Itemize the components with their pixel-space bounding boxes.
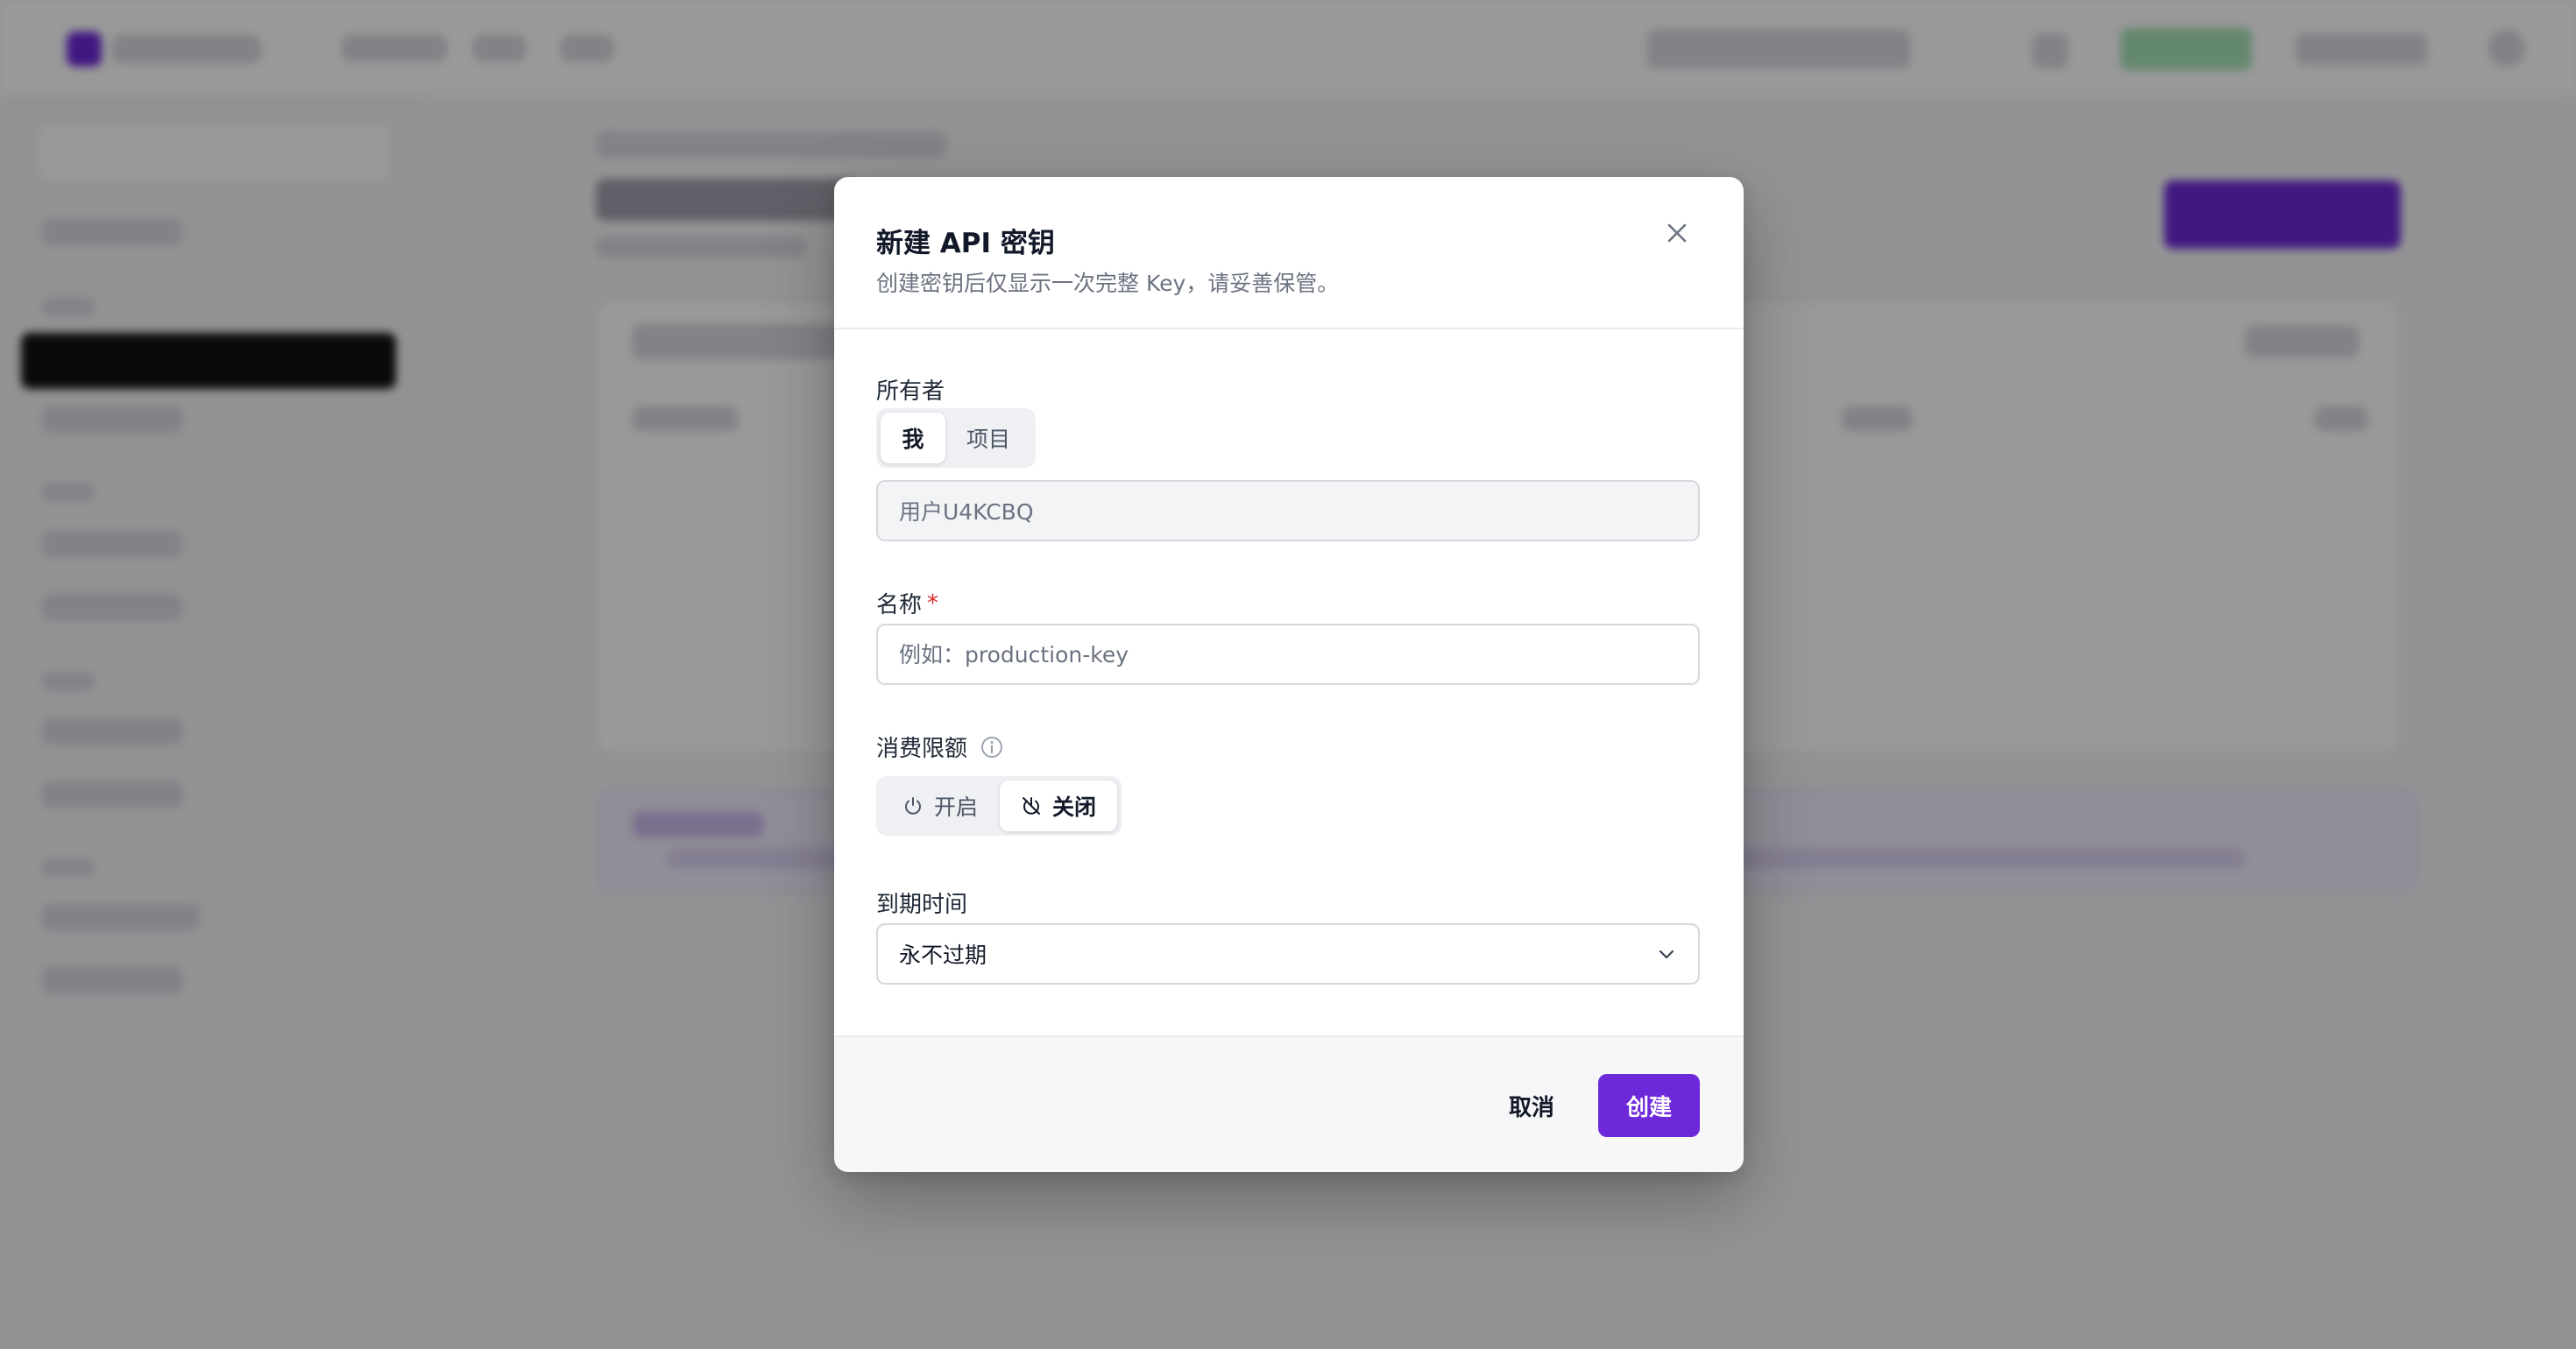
name-label-text: 名称 bbox=[876, 592, 923, 618]
close-button[interactable] bbox=[1658, 214, 1696, 252]
name-input[interactable] bbox=[899, 641, 1677, 667]
create-button[interactable]: 创建 bbox=[1598, 1074, 1700, 1137]
spend-limit-toggle: 开启 关闭 bbox=[876, 776, 1122, 836]
expiry-value: 永不过期 bbox=[899, 943, 987, 968]
owner-toggle: 我 项目 bbox=[876, 408, 1036, 468]
expiry-label-text: 到期时间 bbox=[876, 892, 968, 918]
info-icon[interactable] bbox=[980, 735, 1004, 759]
cancel-button[interactable]: 取消 bbox=[1465, 1074, 1598, 1137]
owner-option-me[interactable]: 我 bbox=[881, 413, 945, 463]
close-icon bbox=[1667, 223, 1687, 243]
owner-value: 用户U4KCBQ bbox=[899, 499, 1034, 525]
dialog-footer: 取消 创建 bbox=[834, 1035, 1744, 1172]
spend-limit-label: 消费限额 bbox=[876, 731, 1004, 763]
spend-limit-option-on[interactable]: 开启 bbox=[881, 780, 1000, 831]
owner-label: 所有者 bbox=[876, 373, 945, 406]
required-mark: * bbox=[927, 590, 939, 617]
owner-field: 用户U4KCBQ bbox=[876, 480, 1700, 541]
name-label: 名称 * bbox=[876, 587, 938, 619]
owner-label-text: 所有者 bbox=[876, 378, 945, 405]
spend-limit-option-off[interactable]: 关闭 bbox=[1000, 780, 1117, 831]
owner-option-project[interactable]: 项目 bbox=[945, 413, 1031, 463]
expiry-select[interactable]: 永不过期 bbox=[876, 923, 1700, 985]
dialog-subtitle: 创建密钥后仅显示一次完整 Key，请妥善保管。 bbox=[876, 271, 1340, 296]
spend-limit-off-label: 关闭 bbox=[1051, 795, 1096, 820]
dialog-title: 新建 API 密钥 bbox=[876, 228, 1055, 259]
spend-limit-on-label: 开启 bbox=[933, 795, 978, 820]
power-off-icon bbox=[1022, 797, 1040, 815]
spend-limit-label-text: 消费限额 bbox=[876, 736, 968, 762]
expiry-label: 到期时间 bbox=[876, 886, 967, 919]
name-field[interactable] bbox=[876, 624, 1700, 685]
dialog-header: 新建 API 密钥 创建密钥后仅显示一次完整 Key，请妥善保管。 bbox=[834, 177, 1744, 329]
create-api-key-dialog: 新建 API 密钥 创建密钥后仅显示一次完整 Key，请妥善保管。 所有者 我 … bbox=[834, 177, 1744, 1172]
chevron-down-icon bbox=[1659, 950, 1674, 959]
power-icon bbox=[904, 797, 921, 815]
